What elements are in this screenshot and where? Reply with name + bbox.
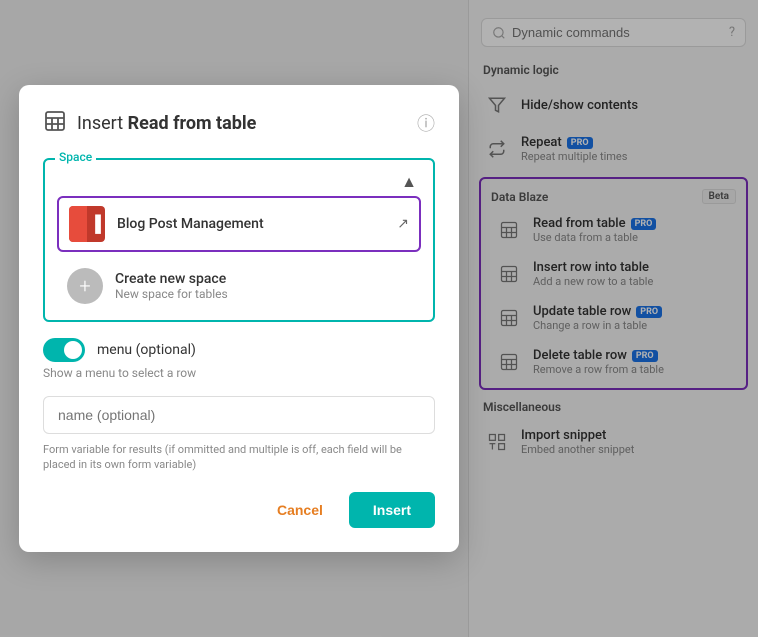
space-avatar: ▐ (69, 206, 105, 242)
selected-space-item[interactable]: ▐ Blog Post Management ↗ (57, 196, 421, 252)
create-space-item[interactable]: + Create new space New space for tables (57, 260, 421, 312)
name-input-desc: Form variable for results (if ommitted a… (43, 442, 435, 473)
modal: Insert Read from table ⓘ Space ▲ ▐ Blog … (19, 85, 459, 553)
table-header-icon (43, 109, 67, 138)
cancel-button[interactable]: Cancel (261, 492, 339, 528)
menu-toggle-section: menu (optional) (43, 338, 435, 362)
external-link-icon[interactable]: ↗ (397, 216, 409, 232)
space-dropdown[interactable]: ▲ (57, 164, 421, 196)
menu-toggle-label: menu (optional) (97, 342, 196, 358)
name-input[interactable] (43, 396, 435, 434)
menu-toggle-desc: Show a menu to select a row (43, 366, 435, 380)
modal-header: Insert Read from table ⓘ (43, 109, 435, 138)
modal-buttons: Cancel Insert (43, 492, 435, 528)
space-label: Space (55, 150, 96, 164)
space-section: Space ▲ ▐ Blog Post Management ↗ + Creat… (43, 158, 435, 322)
modal-overlay: Insert Read from table ⓘ Space ▲ ▐ Blog … (0, 0, 758, 637)
create-space-desc: New space for tables (115, 287, 228, 301)
menu-toggle[interactable] (43, 338, 85, 362)
space-name: Blog Post Management (117, 216, 385, 232)
modal-info-icon[interactable]: ⓘ (417, 110, 435, 136)
modal-title: Insert Read from table (43, 109, 256, 138)
create-space-plus-icon: + (67, 268, 103, 304)
insert-button[interactable]: Insert (349, 492, 435, 528)
modal-title-text: Insert Read from table (77, 113, 256, 134)
dropdown-arrow-icon: ▲ (401, 172, 417, 192)
create-space-title: Create new space (115, 271, 228, 287)
